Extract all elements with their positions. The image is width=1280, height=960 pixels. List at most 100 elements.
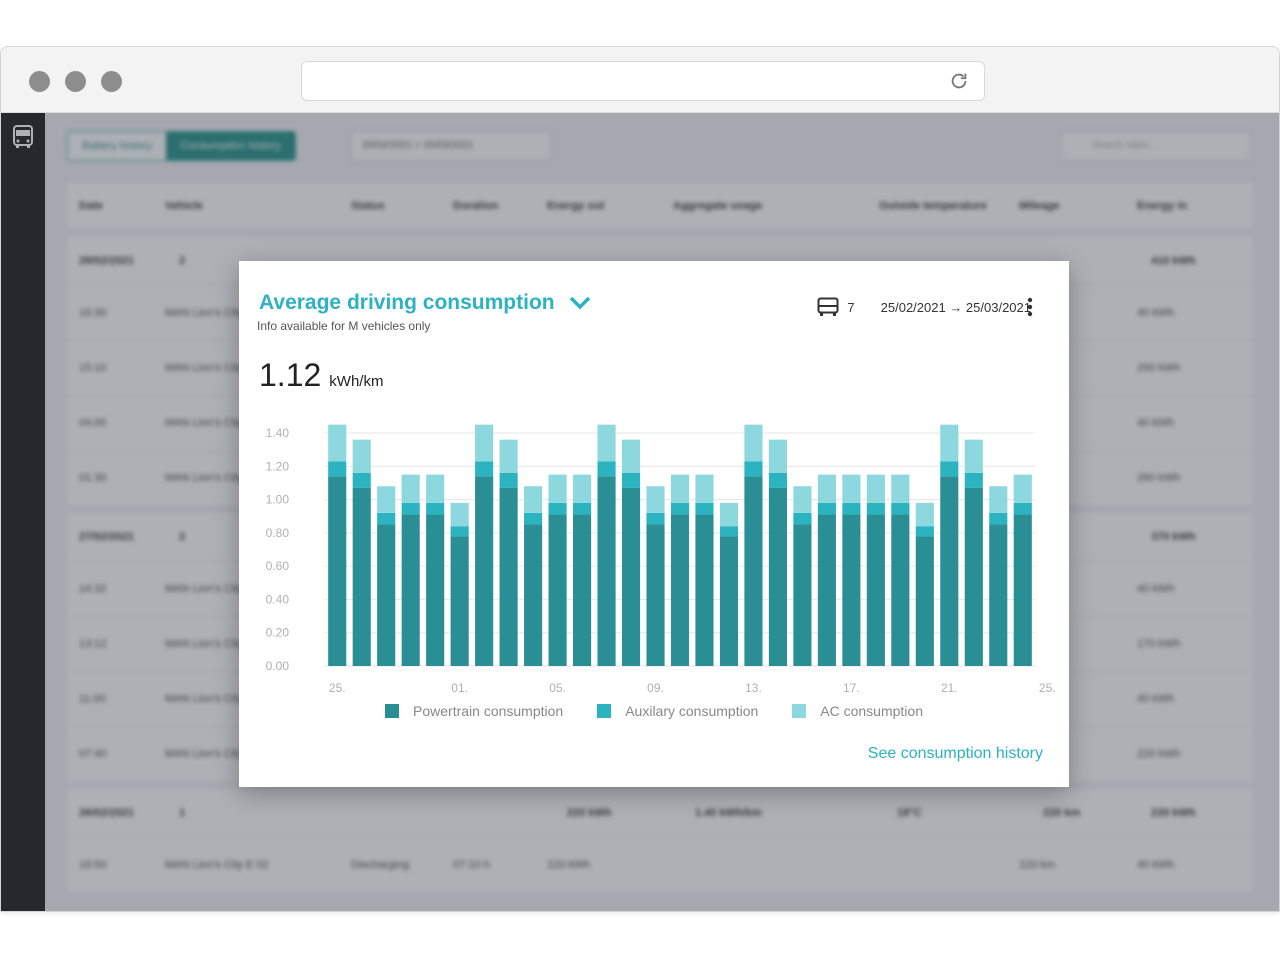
window-maximize-dot[interactable] [101, 71, 122, 92]
bar-segment [475, 476, 494, 666]
address-bar[interactable] [301, 61, 985, 101]
more-options-icon[interactable] [1027, 297, 1033, 317]
bar-segment [989, 524, 1008, 666]
bar-segment [499, 439, 518, 473]
window-close-dot[interactable] [29, 71, 50, 92]
bar-segment [891, 474, 910, 503]
bar-segment [646, 486, 665, 513]
bar-segment [768, 439, 787, 473]
average-consumption: 1.12 kWh/km [259, 357, 383, 394]
bar-segment [377, 524, 396, 666]
bar-segment [352, 439, 371, 473]
bar-segment [377, 486, 396, 513]
legend-label: Powertrain consumption [413, 703, 564, 719]
bar-segment [328, 461, 347, 477]
bar-segment [621, 472, 641, 488]
bar-segment [744, 424, 763, 462]
bar-segment [915, 502, 934, 527]
legend-label: Auxilary consumption [625, 703, 759, 719]
bar-segment [964, 487, 983, 666]
bar-segment [940, 461, 959, 477]
bar-segment [475, 461, 494, 477]
bar-segment [646, 524, 665, 666]
bar-segment [940, 424, 959, 462]
bar-segment [768, 472, 787, 488]
bar-segment [719, 502, 739, 527]
bar-segment [670, 502, 690, 515]
bar-segment [450, 536, 469, 666]
browser-window: Battery history Consumption history 25/0… [0, 46, 1280, 912]
bar-segment [817, 474, 836, 503]
bar-segment [793, 512, 812, 525]
bus-icon [817, 297, 839, 316]
widget-meta: 7 25/02/2021 → 25/03/2021 [817, 297, 1031, 317]
x-tick-label: 21. [941, 681, 958, 695]
window-minimize-dot[interactable] [65, 71, 86, 92]
bar-segment [768, 487, 787, 666]
bar-segment [426, 502, 445, 515]
x-tick-label: 17. [843, 681, 860, 695]
legend-swatch [792, 704, 807, 718]
chart-legend: Powertrain consumption Auxilary consumpt… [239, 703, 1069, 719]
bar-segment [450, 502, 469, 527]
vehicle-count: 7 [847, 299, 855, 315]
bar-segment [793, 486, 812, 513]
x-tick-label: 13. [745, 681, 762, 695]
bar-segment [548, 514, 567, 666]
bar-segment [426, 474, 445, 503]
bar-segment [915, 536, 934, 666]
bar-segment [915, 526, 934, 537]
bar-segment [670, 514, 690, 666]
bar-segment [964, 472, 983, 488]
x-tick-label: 01. [451, 681, 468, 695]
bar-segment [646, 512, 665, 525]
widget-title[interactable]: Average driving consumption [259, 291, 591, 315]
metric-value: 1.12 [259, 357, 322, 393]
bar-segment [842, 474, 861, 503]
bar-segment [426, 514, 445, 666]
bar-segment [695, 474, 714, 503]
legend-item-powertrain[interactable]: Powertrain consumption [385, 703, 563, 719]
bar-segment [450, 526, 469, 537]
bar-segment [1013, 474, 1032, 503]
bar-segment [744, 476, 763, 666]
metric-unit: kWh/km [329, 373, 384, 390]
app-viewport: Battery history Consumption history 25/0… [1, 113, 1279, 911]
reload-icon[interactable] [948, 70, 970, 92]
bar-segment [866, 502, 885, 515]
y-tick-label: 0.80 [266, 526, 290, 540]
bar-segment [597, 424, 616, 462]
bar-segment [621, 439, 641, 473]
legend-item-ac[interactable]: AC consumption [792, 703, 923, 719]
bar-segment [573, 474, 592, 503]
date-range[interactable]: 25/02/2021 → 25/03/2021 [881, 300, 1031, 315]
bar-segment [524, 486, 543, 513]
bar-segment [524, 512, 543, 525]
bar-segment [940, 476, 959, 666]
bar-segment [695, 502, 714, 515]
bar-segment [719, 526, 739, 537]
x-tick-label: 05. [549, 681, 566, 695]
bar-segment [744, 461, 763, 477]
chevron-down-icon[interactable] [569, 296, 591, 310]
see-consumption-history-link[interactable]: See consumption history [868, 745, 1043, 763]
y-tick-label: 0.20 [266, 626, 290, 640]
bar-segment [793, 524, 812, 666]
legend-item-auxiliary[interactable]: Auxilary consumption [597, 703, 758, 719]
bar-segment [328, 424, 347, 462]
bar-segment [352, 487, 371, 666]
bar-segment [817, 514, 836, 666]
bar-segment [548, 502, 567, 515]
bar-segment [695, 514, 714, 666]
bar-segment [842, 514, 861, 666]
bar-segment [989, 486, 1008, 513]
x-tick-label: 25. [329, 681, 346, 695]
bar-segment [670, 474, 690, 503]
legend-swatch [597, 704, 612, 718]
bar-segment [548, 474, 567, 503]
y-tick-label: 1.40 [266, 426, 290, 440]
y-tick-label: 0.40 [266, 592, 290, 606]
bar-segment [842, 502, 861, 515]
consumption-widget: Average driving consumption Info availab… [239, 261, 1069, 787]
bar-segment [573, 502, 592, 515]
